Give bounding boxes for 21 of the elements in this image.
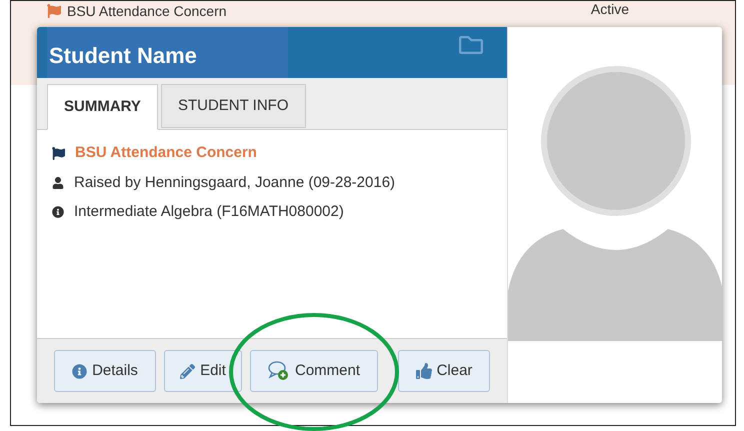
details-button[interactable]: Details bbox=[54, 350, 156, 392]
row-status: Active bbox=[590, 2, 629, 16]
info-icon bbox=[52, 206, 64, 218]
concern-title: BSU Attendance Concern bbox=[75, 143, 257, 163]
flag-icon bbox=[47, 4, 61, 18]
folder-icon[interactable] bbox=[457, 33, 485, 57]
speech-bubble-plus-icon bbox=[268, 361, 290, 381]
summary-text: Raised by Henningsgaard, Joanne (09-28-2016) bbox=[74, 172, 396, 192]
person-icon bbox=[52, 176, 64, 189]
edit-button[interactable]: Edit bbox=[164, 350, 242, 392]
flag-icon bbox=[52, 146, 65, 160]
student-name: Student Name bbox=[47, 27, 288, 78]
row-title: BSU Attendance Concern bbox=[67, 2, 227, 20]
tab[interactable]: STUDENT INFO bbox=[160, 84, 306, 128]
comment-button[interactable]: Comment bbox=[250, 350, 378, 392]
pencil-icon bbox=[180, 364, 196, 378]
thumbs-up-icon bbox=[416, 363, 432, 379]
clear-button[interactable]: Clear bbox=[398, 350, 490, 392]
tab[interactable]: SUMMARY bbox=[47, 84, 158, 130]
info-icon bbox=[72, 364, 88, 378]
summary-text: Intermediate Algebra (F16MATH080002) bbox=[74, 202, 344, 222]
